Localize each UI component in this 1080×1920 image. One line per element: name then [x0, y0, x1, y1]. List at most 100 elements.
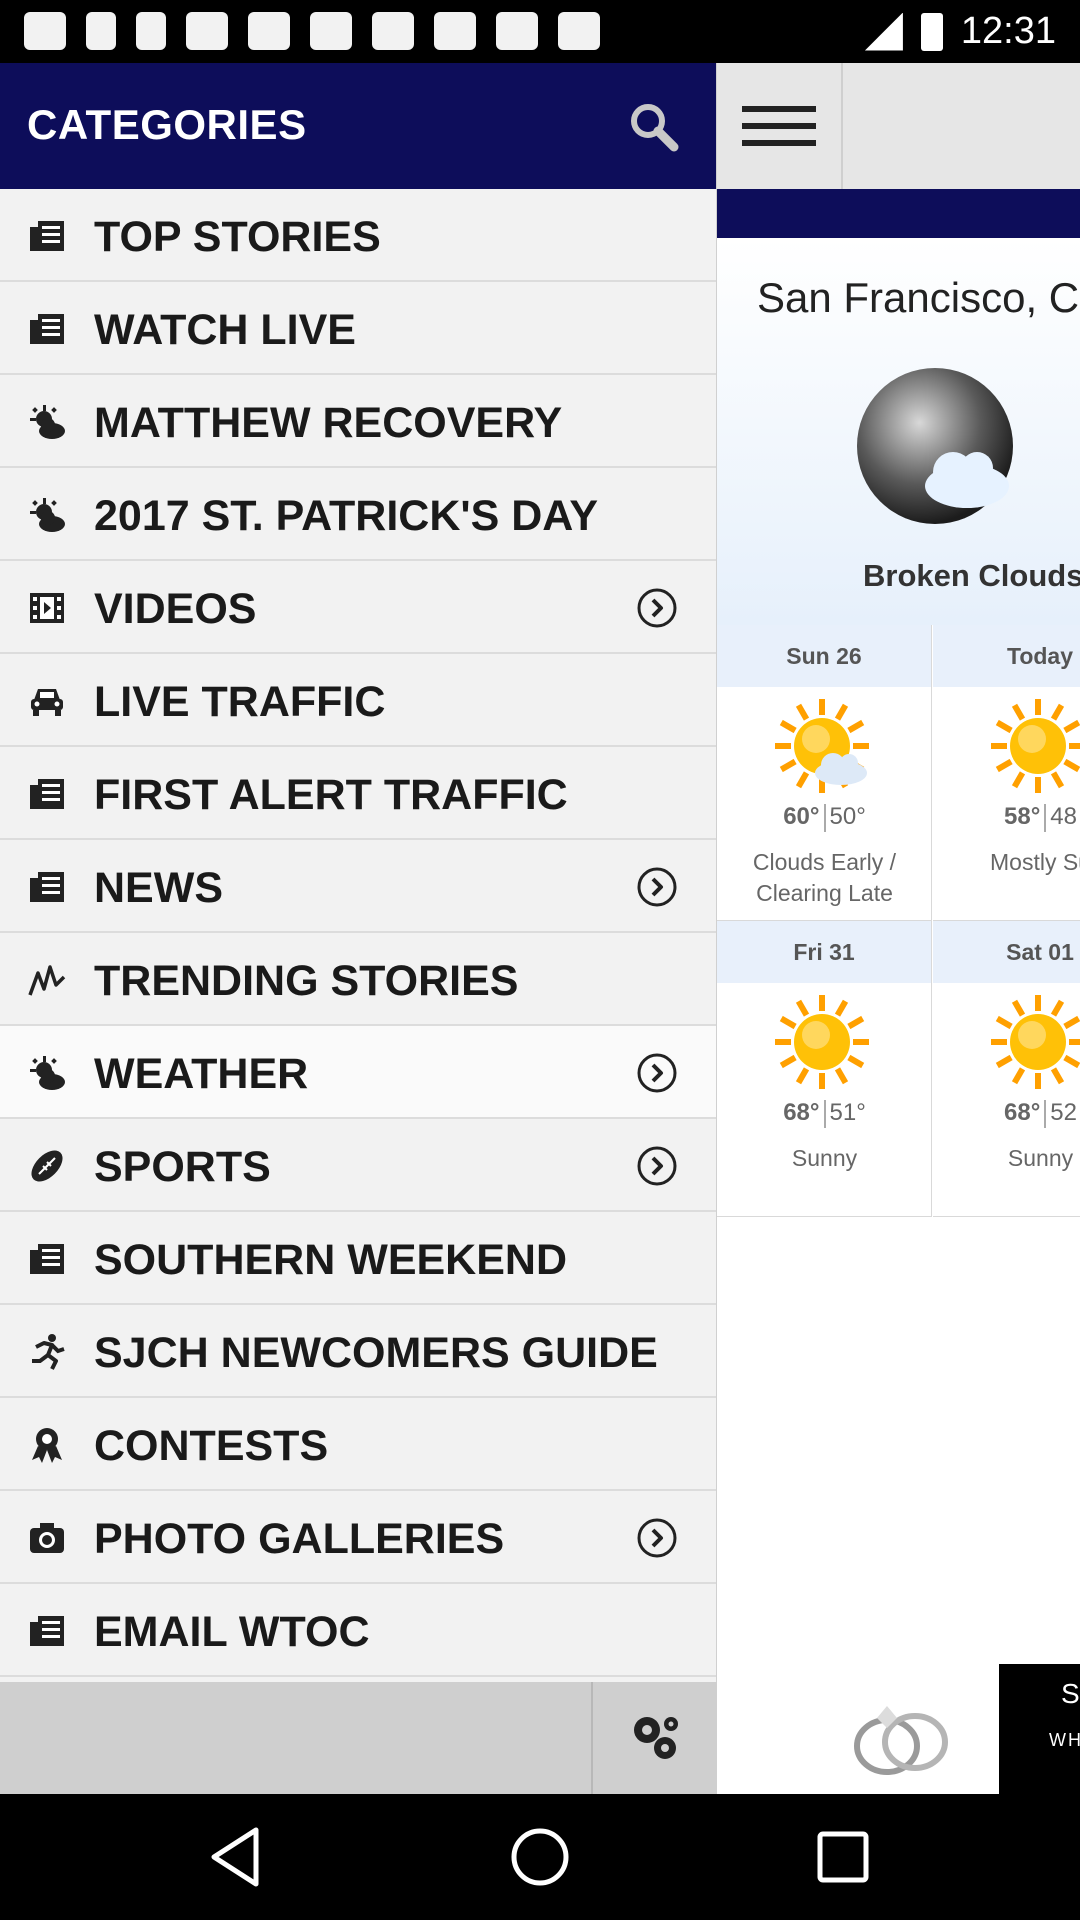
forecast-day-card[interactable]: Fri 31 68° 51° Sunny [717, 921, 932, 1217]
football-icon [31, 1150, 63, 1182]
category-label: EMAIL WTOC [94, 1608, 370, 1656]
temp-divider [1044, 1099, 1047, 1128]
forecast-description: Sunny [791, 1145, 858, 1171]
app-icon [248, 12, 290, 50]
category-label: VIDEOS [94, 585, 257, 633]
chevron-right-icon[interactable] [636, 1145, 678, 1187]
category-list: TOP STORIES WATCH LIVE MATTHEW RECOVERY 201… [0, 189, 716, 1677]
app-icon [310, 12, 352, 50]
forecast-day-label: Sun 26 [717, 625, 931, 687]
category-label: NEWS [94, 864, 223, 912]
category-item-email-wtoc[interactable]: EMAIL WTOC [0, 1584, 716, 1677]
car-icon [31, 689, 63, 716]
app-icon [372, 12, 414, 50]
category-item-sjch-newcomers-guide[interactable]: SJCH NEWCOMERS GUIDE [0, 1305, 716, 1398]
runner-icon [32, 1334, 65, 1370]
navy-strip [717, 189, 1080, 238]
category-item-videos[interactable]: VIDEOS [0, 561, 716, 654]
category-item-first-alert-traffic[interactable]: FIRST ALERT TRAFFIC [0, 747, 716, 840]
film-icon [30, 593, 64, 623]
category-label: CONTESTS [94, 1422, 329, 1470]
app-icon [186, 12, 228, 50]
drawer-footer [0, 1682, 717, 1794]
category-item-watch-live[interactable]: WATCH LIVE [0, 282, 716, 375]
categories-drawer: CATEGORIES TOP STORIES WATCH LIVE MATTHEW … [0, 63, 717, 1794]
category-item-top-stories[interactable]: TOP STORIES [0, 189, 716, 282]
category-item-live-traffic[interactable]: LIVE TRAFFIC [0, 654, 716, 747]
category-item-trending-stories[interactable]: TRENDING STORIES [0, 933, 716, 1026]
forecast-temps: 68° 51° [717, 1099, 932, 1128]
chevron-right-icon[interactable] [636, 1517, 678, 1559]
signal-icon [864, 12, 903, 51]
current-condition: Broken Clouds [863, 558, 1080, 593]
chevron-right-icon[interactable] [636, 866, 678, 908]
current-weather[interactable]: San Francisco, C Broken Clouds [717, 238, 1080, 625]
drawer-title: CATEGORIES [27, 101, 307, 148]
category-item-southern-weekend[interactable]: SOUTHERN WEEKEND [0, 1212, 716, 1305]
category-label: 2017 ST. PATRICK'S DAY [94, 492, 599, 540]
app-icon [558, 12, 600, 50]
category-item-matthew-recovery[interactable]: MATTHEW RECOVERY [0, 375, 716, 468]
category-label: LIVE TRAFFIC [94, 678, 386, 726]
high-temp: 60° [783, 803, 820, 830]
app-toolbar [717, 63, 1080, 189]
category-item-weather[interactable]: WEATHER [0, 1026, 716, 1119]
menu-button[interactable] [717, 63, 843, 189]
search-icon[interactable] [626, 99, 682, 155]
forecast-day-card[interactable]: Sat 01 68° 52 Sunny [933, 921, 1080, 1217]
category-label: SJCH NEWCOMERS GUIDE [94, 1329, 658, 1377]
weather-icon [30, 405, 65, 439]
forecast-temps: 68° 52 [933, 1099, 1080, 1128]
microscope-icon [136, 12, 166, 50]
forecast-day-card[interactable]: Today 58° 48 Mostly Su [933, 625, 1080, 921]
status-bar: 12:31 [0, 0, 1080, 63]
settings-button[interactable] [591, 1682, 717, 1794]
ad-text-2: WHO [1049, 1730, 1080, 1750]
low-temp: 50° [829, 803, 866, 830]
low-temp: 51° [829, 1099, 866, 1126]
weather-icon [30, 1056, 65, 1090]
category-item-sports[interactable]: SPORTS [0, 1119, 716, 1212]
newspaper-icon [30, 314, 64, 344]
ad-text-1: S [1061, 1678, 1080, 1709]
app-icon [496, 12, 538, 50]
category-item-contests[interactable]: CONTESTS [0, 1398, 716, 1491]
forecast-day-label: Fri 31 [717, 921, 931, 983]
forecast-description: Mostly Su [990, 849, 1080, 875]
category-label: SOUTHERN WEEKEND [94, 1236, 568, 1284]
newspaper-icon [30, 872, 64, 902]
sun-icon [991, 699, 1080, 793]
forecast-day-card[interactable]: Sun 26 60° 50° Clouds Early / Clearing Late [717, 625, 932, 921]
category-item-2017-st-patrick-s-day[interactable]: 2017 ST. PATRICK'S DAY [0, 468, 716, 561]
category-label: WEATHER [94, 1050, 309, 1098]
forecast-description: Sunny [1007, 1145, 1074, 1171]
facebook-icon [86, 12, 116, 50]
low-temp: 48 [1050, 803, 1077, 830]
forecast-day-label: Sat 01 [933, 921, 1080, 983]
category-item-news[interactable]: NEWS [0, 840, 716, 933]
clock: 12:31 [960, 10, 1056, 52]
newspaper-icon [30, 221, 64, 251]
gear-icon [634, 1717, 678, 1759]
chevron-right-icon[interactable] [636, 587, 678, 629]
sun-cloud-icon [775, 699, 869, 793]
chevron-right-icon[interactable] [636, 1052, 678, 1094]
trending-icon [28, 965, 66, 996]
sun-icon [991, 995, 1080, 1089]
category-label: FIRST ALERT TRAFFIC [94, 771, 568, 819]
high-temp: 68° [1004, 1099, 1041, 1126]
category-label: TRENDING STORIES [94, 957, 519, 1005]
navigation-bar [0, 1794, 1080, 1920]
category-label: MATTHEW RECOVERY [94, 399, 563, 447]
home-icon[interactable] [507, 1824, 573, 1890]
camera-icon [30, 1523, 64, 1553]
sun-icon [775, 995, 869, 1089]
category-label: TOP STORIES [94, 213, 381, 261]
recents-icon[interactable] [810, 1824, 876, 1890]
high-temp: 68° [783, 1099, 820, 1126]
battery-icon [920, 12, 943, 51]
back-icon[interactable] [204, 1824, 270, 1890]
low-temp: 52 [1050, 1099, 1077, 1126]
ad-banner[interactable]: S WHO [717, 1664, 1080, 1794]
category-item-photo-galleries[interactable]: PHOTO GALLERIES [0, 1491, 716, 1584]
